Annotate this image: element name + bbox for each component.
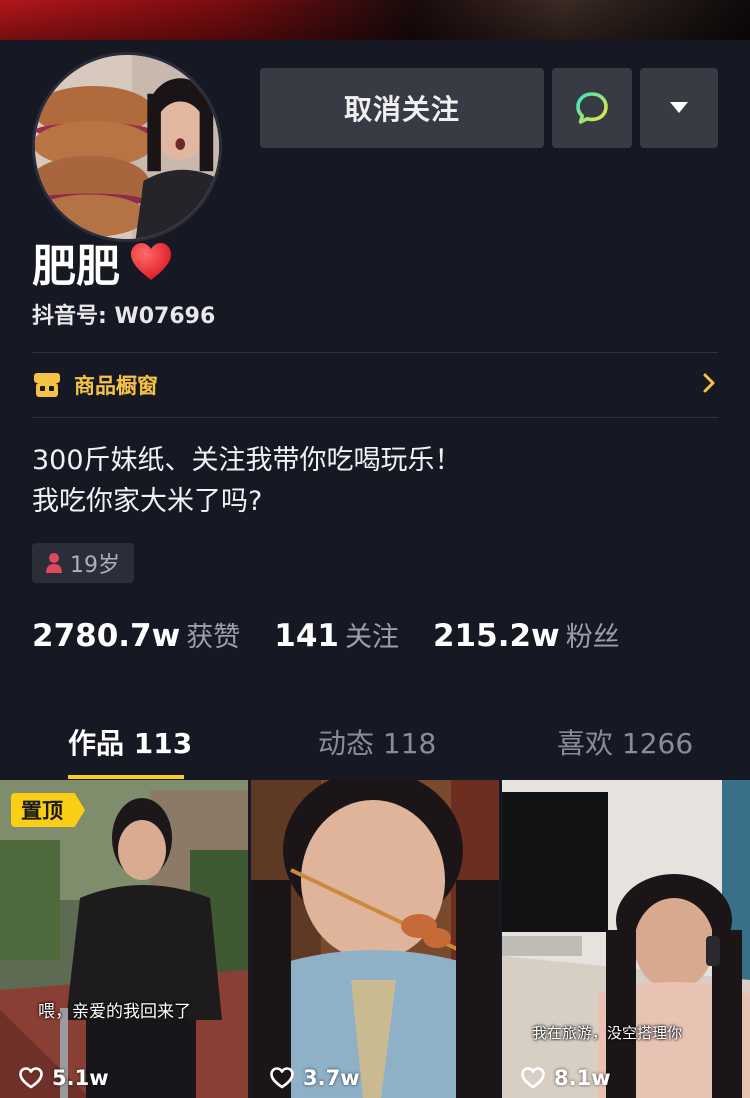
video-thumbnail-image [251, 780, 499, 1098]
active-tab-indicator [68, 775, 184, 779]
bio: 300斤妹纸、关注我带你吃喝玩乐！ 我吃你家大米了吗? [32, 440, 462, 522]
heart-outline-icon [270, 1067, 294, 1089]
content-tabs: 作品 113 动态 118 喜欢 1266 [0, 712, 750, 780]
stat-value: 141 [274, 618, 339, 654]
douyin-id: 抖音号: W07696 [32, 304, 216, 329]
shop-icon [34, 373, 60, 397]
profile-cover-image[interactable] [0, 0, 750, 40]
chevron-right-icon [703, 373, 715, 393]
video-thumbnail[interactable]: 我在旅游，没空搭理你 8.1w [502, 780, 750, 1098]
heart-emoji-icon [128, 239, 174, 285]
stat-label: 粉丝 [565, 622, 620, 653]
caret-down-icon [670, 102, 688, 113]
tab-likes[interactable]: 喜欢 1266 [557, 722, 693, 762]
video-thumbnail[interactable]: 3.7w [251, 780, 499, 1098]
female-person-icon [46, 553, 62, 573]
bio-line: 我吃你家大米了吗? [32, 486, 263, 517]
heart-outline-icon [521, 1067, 545, 1089]
profile-name-text: 肥肥 [32, 241, 120, 292]
stat-likes[interactable]: 2780.7w 获赞 [32, 615, 240, 654]
profile-panel: 取消关注 肥肥 抖音号: W07696 商品橱窗 300斤妹纸、关注我带你吃喝玩… [0, 40, 750, 1098]
stats-row: 2780.7w 获赞 141 关注 215.2w 粉丝 [32, 615, 654, 654]
stat-label: 关注 [344, 622, 399, 653]
video-thumbnail-image [502, 780, 750, 1098]
avatar-image [35, 55, 219, 239]
profile-name: 肥肥 [32, 230, 174, 294]
unfollow-button[interactable]: 取消关注 [260, 68, 544, 148]
stat-value: 2780.7w [32, 618, 181, 654]
tab-moments[interactable]: 动态 118 [318, 722, 436, 762]
message-button[interactable] [552, 68, 632, 148]
pinned-badge: 置顶 [11, 793, 85, 827]
video-caption: 我在旅游，没空搭理你 [532, 1024, 683, 1042]
video-likes: 8.1w [520, 1066, 611, 1090]
video-likes: 5.1w [18, 1066, 109, 1090]
bio-line: 300斤妹纸、关注我带你吃喝玩乐！ [32, 445, 462, 476]
video-thumbnail-image [0, 780, 248, 1098]
video-likes-count: 8.1w [554, 1066, 611, 1090]
video-likes-count: 3.7w [303, 1066, 360, 1090]
stat-value: 215.2w [432, 618, 560, 654]
tab-works[interactable]: 作品 113 [68, 722, 192, 762]
shop-window-row[interactable]: 商品橱窗 [32, 353, 718, 417]
heart-outline-icon [19, 1067, 43, 1089]
video-thumbnail[interactable]: 置顶 喂，亲爱的我回来了 5.1w [0, 780, 248, 1098]
video-likes: 3.7w [269, 1066, 360, 1090]
video-grid: 置顶 喂，亲爱的我回来了 5.1w 3.7w 我在旅游，没空搭理你 8.1w [0, 780, 750, 1098]
age-tag-label: 19岁 [70, 553, 120, 578]
avatar[interactable] [32, 52, 222, 242]
video-likes-count: 5.1w [52, 1066, 109, 1090]
age-tag: 19岁 [32, 543, 134, 583]
stat-followers[interactable]: 215.2w 粉丝 [433, 615, 620, 654]
more-button[interactable] [640, 68, 718, 148]
video-caption: 喂，亲爱的我回来了 [38, 1002, 191, 1022]
message-bubble-icon [576, 92, 608, 124]
shop-window-label: 商品橱窗 [74, 374, 158, 398]
divider [32, 417, 718, 418]
stat-label: 获赞 [186, 622, 241, 653]
stat-following[interactable]: 141 关注 [274, 615, 399, 654]
